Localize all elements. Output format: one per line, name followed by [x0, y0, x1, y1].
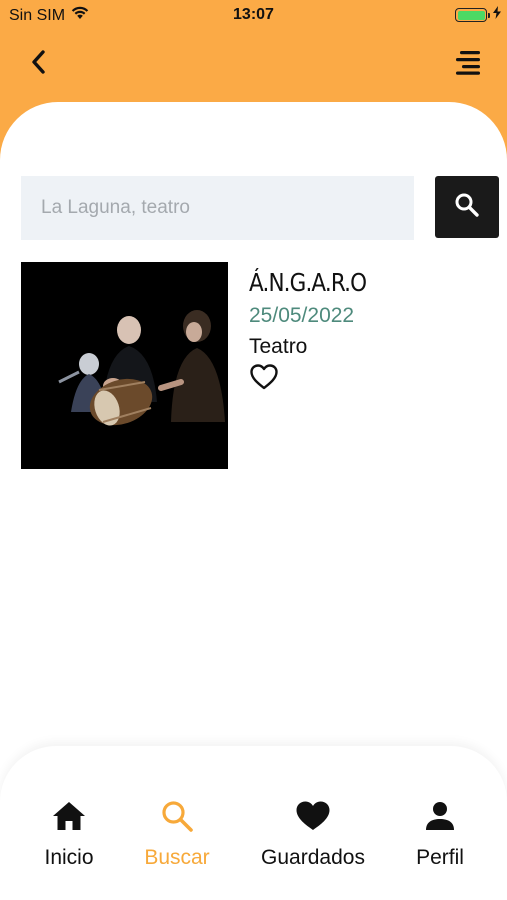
search-icon	[159, 798, 195, 834]
tab-label-buscar: Buscar	[144, 846, 210, 869]
menu-button[interactable]	[451, 48, 485, 80]
event-category: Teatro	[249, 335, 308, 358]
home-icon	[51, 798, 87, 834]
tab-guardados[interactable]: Guardados	[253, 798, 373, 878]
result-item[interactable]: Á.N.G.A.R.O 25/05/2022 Teatro	[21, 262, 491, 469]
search-input[interactable]	[21, 176, 414, 240]
back-button[interactable]	[22, 48, 54, 80]
event-photo	[21, 262, 228, 469]
navigation-bar	[0, 40, 507, 90]
status-time: 13:07	[233, 6, 274, 23]
battery-icon	[455, 8, 487, 22]
search-bar	[21, 176, 499, 240]
battery-indicator	[455, 6, 501, 24]
tab-buscar[interactable]: Buscar	[132, 798, 222, 878]
charging-bolt-icon	[493, 6, 501, 24]
tab-label-inicio: Inicio	[44, 846, 94, 869]
person-icon	[422, 798, 458, 834]
battery-level-fill	[457, 10, 485, 20]
battery-tip	[488, 12, 490, 18]
event-thumbnail[interactable]	[21, 262, 228, 469]
heart-icon	[295, 798, 331, 834]
event-title[interactable]: Á.N.G.A.R.O	[249, 268, 367, 297]
tab-label-guardados: Guardados	[261, 846, 365, 869]
search-icon	[454, 192, 480, 223]
chevron-left-icon	[29, 49, 47, 80]
tab-bar: Inicio Buscar Guardados Perfil	[0, 746, 507, 900]
heart-outline-icon	[249, 364, 279, 394]
status-bar: Sin SIM 13:07	[0, 0, 507, 32]
favorite-button[interactable]	[249, 363, 281, 391]
tab-label-perfil: Perfil	[416, 846, 464, 869]
event-date: 25/05/2022	[249, 304, 355, 327]
tab-perfil[interactable]: Perfil	[404, 798, 476, 878]
tab-inicio[interactable]: Inicio	[29, 798, 109, 878]
search-button[interactable]	[435, 176, 499, 238]
menu-icon	[454, 49, 482, 80]
